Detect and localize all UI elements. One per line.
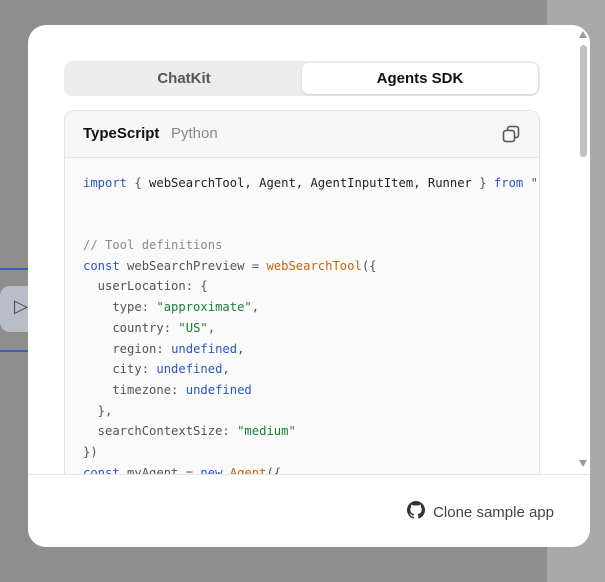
code-token: }, xyxy=(83,403,113,418)
code-token: , xyxy=(222,362,230,377)
code-token: ({ xyxy=(361,258,377,273)
code-line: type: "approximate", xyxy=(83,297,539,318)
tab-chatkit[interactable]: ChatKit xyxy=(66,63,302,94)
code-line: timezone: undefined xyxy=(83,380,539,401)
code-token: , xyxy=(207,320,216,335)
code-token: import xyxy=(83,176,128,190)
code-line: const webSearchPreview = webSearchTool({ xyxy=(83,256,539,277)
product-tab-switcher: ChatKit Agents SDK xyxy=(64,61,540,96)
scroll-up-arrow-icon[interactable] xyxy=(579,31,587,38)
code-token: userLocation xyxy=(83,279,186,294)
code-line: city: undefined, xyxy=(83,359,539,380)
code-line: region: undefined, xyxy=(83,339,539,360)
code-token: " xyxy=(523,176,538,190)
language-tab-typescript[interactable]: TypeScript xyxy=(83,125,159,142)
code-line: }, xyxy=(83,401,539,422)
code-token: // Tool definitions xyxy=(83,238,223,253)
scrollbar-thumb[interactable] xyxy=(580,45,587,157)
code-token: type: xyxy=(83,300,157,315)
code-token: webSearchTool xyxy=(266,258,362,273)
code-header: TypeScript Python xyxy=(65,111,539,158)
code-snippet-card: TypeScript Python import { webSearchTool… xyxy=(64,110,540,474)
code-token: undefined xyxy=(185,382,252,397)
code-line: searchContextSize: "medium" xyxy=(83,421,539,442)
copy-icon[interactable] xyxy=(501,124,521,144)
code-token: "US" xyxy=(178,320,208,335)
code-token: webSearchTool, Agent, AgentInputItem, Ru… xyxy=(149,176,472,190)
code-token: region: xyxy=(83,341,172,356)
code-line: import { webSearchTool, Agent, AgentInpu… xyxy=(83,173,539,194)
github-icon xyxy=(407,501,426,523)
code-token: "approximate" xyxy=(156,300,252,315)
modal-scroll-area[interactable]: ChatKit Agents SDK TypeScript Python imp… xyxy=(28,25,590,474)
code-line: const myAgent = new Agent({ xyxy=(83,463,539,474)
clone-sample-app-link[interactable]: Clone sample app xyxy=(407,501,554,523)
code-token: from xyxy=(493,176,524,190)
code-token: , xyxy=(251,300,260,315)
code-line: userLocation: { xyxy=(83,276,539,297)
code-token: myAgent = xyxy=(119,465,201,474)
cursor-icon: ▷ xyxy=(14,296,28,316)
modal-footer: Clone sample app xyxy=(28,474,590,547)
code-token: }) xyxy=(83,444,98,459)
code-token: timezone: xyxy=(83,382,186,397)
code-line: // Tool definitions xyxy=(83,235,539,256)
scroll-down-arrow-icon[interactable] xyxy=(579,460,587,467)
language-tab-python[interactable]: Python xyxy=(171,125,218,142)
modal-dialog: ChatKit Agents SDK TypeScript Python imp… xyxy=(28,25,590,547)
code-token: country: xyxy=(83,320,179,335)
tab-agents-sdk[interactable]: Agents SDK xyxy=(302,63,538,94)
vertical-scrollbar[interactable] xyxy=(574,25,590,474)
code-token: undefined xyxy=(171,341,238,356)
code-token: const xyxy=(83,258,120,273)
clone-sample-app-label: Clone sample app xyxy=(433,503,554,521)
code-line: }) xyxy=(83,442,539,463)
code-token: } xyxy=(471,176,494,190)
code-token: , xyxy=(237,341,245,356)
code-line: country: "US", xyxy=(83,318,539,339)
code-token: webSearchPreview = xyxy=(119,258,267,273)
code-token: undefined xyxy=(156,362,223,377)
code-token: { xyxy=(127,176,150,190)
code-token: Agent xyxy=(222,465,267,474)
code-token: searchContextSize: xyxy=(83,424,238,439)
code-token: new xyxy=(200,465,223,474)
code-token: city: xyxy=(83,362,157,377)
code-token: ({ xyxy=(266,465,282,474)
code-token: "medium" xyxy=(237,424,296,439)
code-token: const xyxy=(83,465,120,474)
code-token: : { xyxy=(185,279,208,294)
code-block: import { webSearchTool, Agent, AgentInpu… xyxy=(83,173,539,474)
